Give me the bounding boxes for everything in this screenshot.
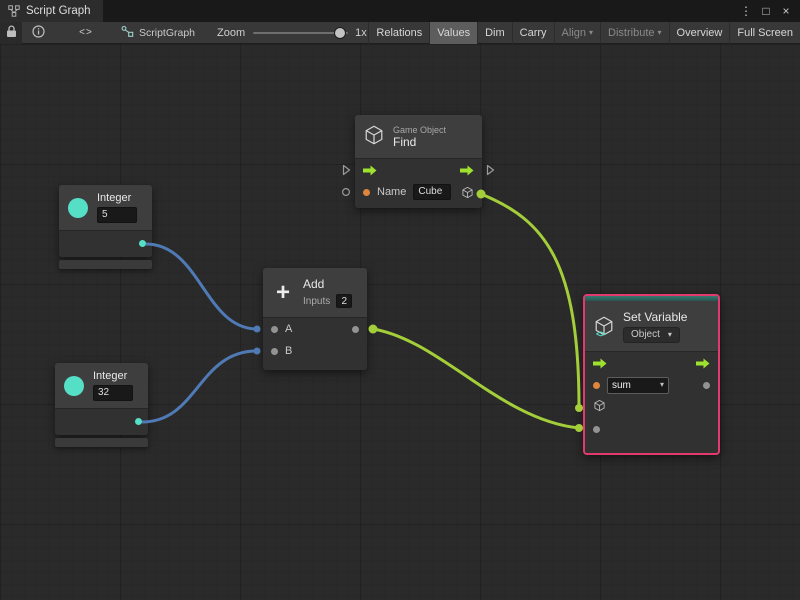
- node-integer-32[interactable]: Integer 32: [55, 363, 148, 447]
- chevron-down-icon: ▾: [668, 331, 672, 339]
- unity-script-graph-window: Script Graph ⋮ □ × <>: [0, 0, 800, 600]
- variable-name-row: sum ▾: [585, 374, 718, 396]
- tab-script-graph[interactable]: Script Graph: [0, 0, 103, 22]
- node-gameobject-find[interactable]: Game Object Find Na: [355, 115, 482, 208]
- values-button[interactable]: Values: [429, 22, 477, 44]
- variable-scope-dropdown[interactable]: Object ▾: [623, 327, 680, 343]
- wire-endpoint: [254, 348, 261, 355]
- integer-value-field[interactable]: 32: [93, 385, 133, 401]
- distribute-button[interactable]: Distribute▾: [600, 22, 668, 44]
- variable-name-dropdown[interactable]: sum ▾: [607, 377, 669, 394]
- input-port-b[interactable]: [271, 348, 278, 355]
- graph-canvas[interactable]: Integer 5 Integer 32: [0, 44, 800, 600]
- port-row-a: A: [263, 318, 367, 340]
- name-label: Name: [377, 186, 406, 198]
- zoom-slider-handle[interactable]: [335, 28, 345, 38]
- info-icon: [32, 25, 45, 41]
- add-icon: +: [271, 281, 295, 305]
- close-icon[interactable]: ×: [778, 4, 794, 18]
- fullscreen-button[interactable]: Full Screen: [729, 22, 800, 44]
- relations-button[interactable]: Relations: [368, 22, 429, 44]
- flow-out-arrow-icon[interactable]: [696, 358, 710, 369]
- carry-button[interactable]: Carry: [512, 22, 554, 44]
- set-variable-icon: <>: [593, 315, 615, 337]
- dim-button[interactable]: Dim: [477, 22, 512, 44]
- chevron-down-icon: ▾: [658, 29, 662, 37]
- node-add[interactable]: + Add Inputs 2 A: [263, 268, 367, 370]
- chevron-down-icon: ▾: [660, 381, 664, 389]
- value-output-port[interactable]: [703, 382, 710, 389]
- flow-row: [585, 352, 718, 374]
- wire-endpoint: [575, 404, 583, 412]
- wire-endpoint: [254, 326, 261, 333]
- titlebar: Script Graph ⋮ □ ×: [0, 0, 800, 22]
- flow-row: [355, 159, 482, 181]
- zoom-value: 1x: [355, 27, 367, 39]
- gameobject-cube-icon: [363, 124, 385, 149]
- integer-value-field[interactable]: 5: [97, 207, 137, 223]
- flow-out-arrow-icon[interactable]: [460, 165, 474, 176]
- node-footer: [55, 438, 148, 447]
- wire-endpoint: [369, 325, 378, 334]
- wire-endpoint: [575, 424, 583, 432]
- node-title: Add: [303, 277, 352, 291]
- info-button[interactable]: [27, 22, 49, 44]
- toolbar-button-group: Relations Values Dim Carry Align▾ Distri…: [368, 22, 800, 44]
- graph-toolbar: <> ScriptGraph Zoom 1x Relations Values …: [0, 22, 800, 44]
- integer-type-icon: [68, 198, 88, 218]
- graph-asset-name: ScriptGraph: [139, 27, 195, 39]
- window-controls: ⋮ □ ×: [738, 0, 800, 22]
- wire-find-to-setvariable-object[interactable]: [481, 194, 579, 408]
- maximize-icon[interactable]: □: [758, 4, 774, 18]
- node-set-variable[interactable]: <> Set Variable Object ▾: [583, 294, 720, 455]
- object-input-port-cube-icon[interactable]: [593, 399, 606, 415]
- wire-add-to-setvariable-value[interactable]: [373, 329, 579, 428]
- chevron-down-icon: ▾: [589, 29, 593, 37]
- integer-type-icon: [64, 376, 84, 396]
- node-title: Set Variable: [623, 310, 687, 324]
- code-icon: <>: [79, 27, 93, 38]
- inputs-count-field[interactable]: 2: [336, 294, 352, 308]
- wire-integer32-to-add-b[interactable]: [142, 351, 257, 422]
- overview-button[interactable]: Overview: [669, 22, 730, 44]
- graph-asset-icon: [121, 25, 134, 41]
- port-row-b: B: [263, 340, 367, 362]
- name-input-port[interactable]: [363, 189, 370, 196]
- node-title: Find: [393, 135, 446, 149]
- graph-asset-chip[interactable]: ScriptGraph: [121, 25, 195, 41]
- object-input-row: [585, 396, 718, 418]
- inputs-label: Inputs: [303, 296, 330, 307]
- name-row: Name Cube: [355, 181, 482, 203]
- align-button[interactable]: Align▾: [554, 22, 600, 44]
- variable-name-port[interactable]: [593, 382, 600, 389]
- wire-integer5-to-add-a[interactable]: [146, 244, 257, 329]
- flow-out-external-port[interactable]: [486, 164, 495, 176]
- flow-in-external-port[interactable]: [342, 164, 351, 176]
- name-value-field[interactable]: Cube: [413, 184, 451, 200]
- value-input-row: [585, 418, 718, 440]
- integer-output-port[interactable]: [135, 418, 142, 425]
- node-footer: [59, 260, 152, 269]
- lock-button[interactable]: [0, 22, 22, 44]
- flow-in-arrow-icon[interactable]: [363, 165, 377, 176]
- input-port-a[interactable]: [271, 326, 278, 333]
- value-input-port[interactable]: [593, 426, 600, 433]
- integer-output-port[interactable]: [139, 240, 146, 247]
- zoom-slider-track: [253, 32, 348, 34]
- tab-title: Script Graph: [26, 5, 91, 17]
- zoom-label: Zoom: [217, 27, 245, 39]
- zoom-slider[interactable]: [253, 22, 348, 44]
- node-integer-5[interactable]: Integer 5: [59, 185, 152, 269]
- output-port-sum[interactable]: [352, 326, 359, 333]
- code-view-button[interactable]: <>: [73, 22, 99, 44]
- window-menu-icon[interactable]: ⋮: [738, 4, 754, 18]
- node-category: Game Object: [393, 125, 446, 135]
- node-title: Integer: [97, 192, 137, 204]
- lock-icon: [6, 25, 17, 41]
- flow-in-arrow-icon[interactable]: [593, 358, 607, 369]
- node-title: Integer: [93, 370, 133, 382]
- gameobject-output-port[interactable]: [461, 186, 474, 199]
- script-graph-icon: [8, 5, 20, 17]
- name-external-port[interactable]: [341, 187, 351, 197]
